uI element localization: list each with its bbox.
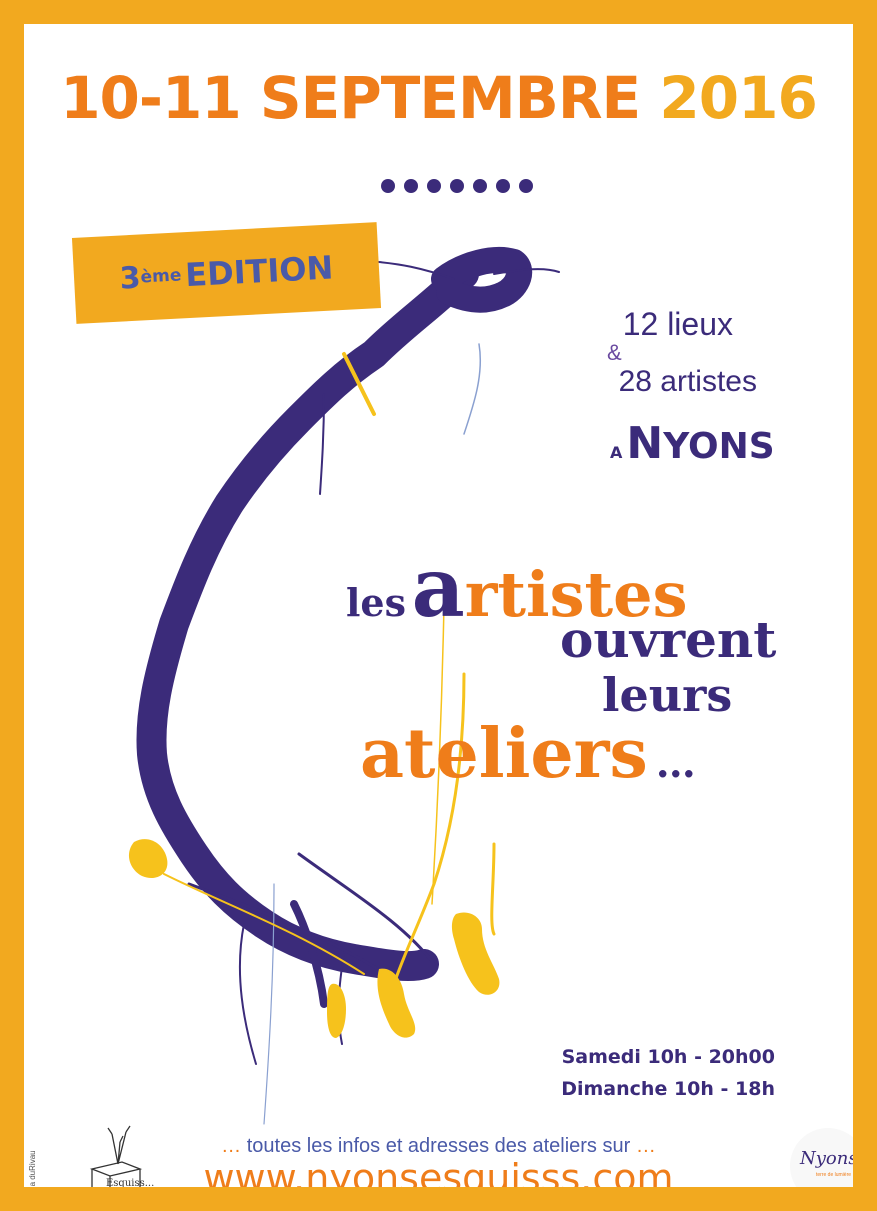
nyons-logo: Nyons terre de lumière xyxy=(790,1128,858,1187)
edition-label: EDITION xyxy=(184,248,335,295)
dot xyxy=(381,179,395,193)
title-ellipsis: … xyxy=(655,740,696,787)
title-line-4: ateliers… xyxy=(360,714,696,794)
ampersand: & xyxy=(607,340,622,365)
artist-count: 28 artistes xyxy=(618,365,757,398)
esquiss-logo: Esquiss... xyxy=(82,1124,155,1189)
paint-yellow-blob-1 xyxy=(128,839,168,879)
nyons-logo-text: Nyons xyxy=(800,1148,858,1169)
paint-drip-4 xyxy=(238,923,257,1065)
hours-sunday: Dimanche 10h - 18h xyxy=(561,1078,775,1100)
edition-number: 3 xyxy=(118,260,142,297)
dot xyxy=(427,179,441,193)
esquiss-logo-text: Esquiss... xyxy=(106,1178,155,1189)
easel-icon xyxy=(89,1125,143,1187)
hours-saturday: Samedi 10h - 20h00 xyxy=(561,1046,775,1068)
title-ateliers: ateliers xyxy=(360,714,648,794)
opening-hours: Samedi 10h - 20h00 Dimanche 10h - 18h xyxy=(561,1041,775,1105)
edition-badge: 3 ème EDITION xyxy=(71,222,382,324)
poster: 10-11 SEPTEMBRE 2016 3 ème EDITION 12 li… xyxy=(0,0,877,1211)
edition-suffix: ème xyxy=(140,265,182,288)
paint-yellow-line-3 xyxy=(490,842,496,936)
info-trail: … xyxy=(630,1135,656,1157)
paint-yellow-blob-4 xyxy=(327,983,346,1038)
event-date: 10-11 SEPTEMBRE 2016 xyxy=(24,64,853,132)
paint-stroke-head xyxy=(431,247,533,313)
location-prefix: A xyxy=(610,443,623,462)
event-year: 2016 xyxy=(659,64,817,132)
dot xyxy=(450,179,464,193)
photo-credit: © Gaia duRivau xyxy=(28,1150,37,1207)
event-date-days: 10-11 SEPTEMBRE xyxy=(60,64,641,132)
venue-count: 12 lieux xyxy=(622,306,733,342)
location-rest: YONS xyxy=(663,426,775,467)
nyons-logo-subtitle: terre de lumière xyxy=(816,1172,852,1178)
title-a: a xyxy=(411,540,465,636)
dot xyxy=(519,179,533,193)
info-text: toutes les infos et adresses des atelier… xyxy=(246,1135,631,1157)
title-les: les xyxy=(346,580,407,625)
dot-divider xyxy=(381,179,533,193)
location-initial: N xyxy=(626,418,664,469)
dot xyxy=(496,179,510,193)
venue-counts: 12 lieux & 28 artistes xyxy=(457,306,757,400)
location-heading: ANYONS xyxy=(610,418,775,469)
dot xyxy=(404,179,418,193)
dot xyxy=(473,179,487,193)
info-lead: … xyxy=(221,1135,247,1157)
title-ouvrent: ouvrent xyxy=(560,610,777,669)
